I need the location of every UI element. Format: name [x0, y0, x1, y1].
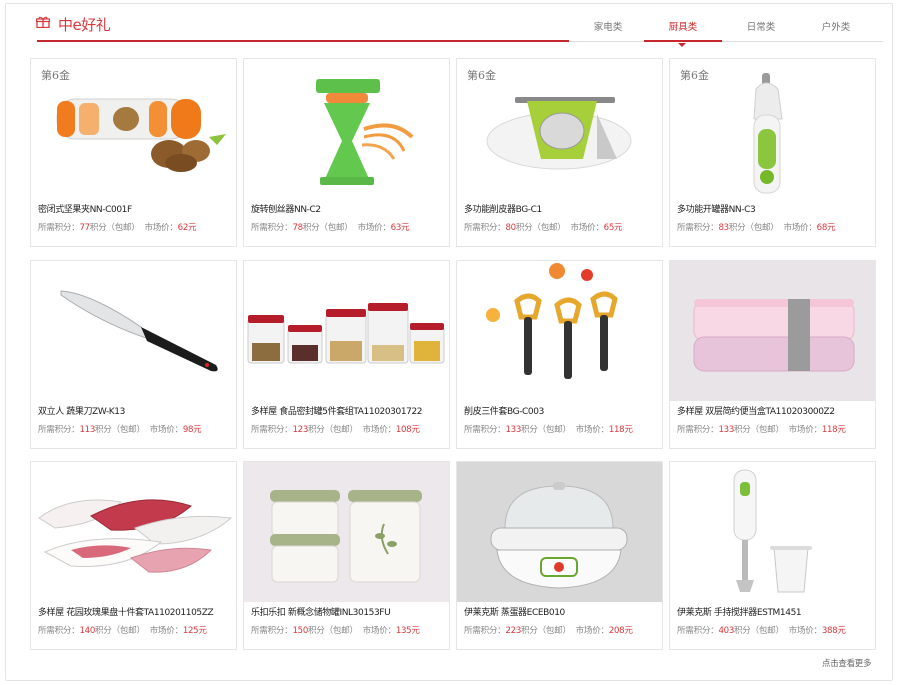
- product-card[interactable]: 多样屋 双层简约便当盒TA110203000Z2 所需积分：133积分（包邮） …: [669, 260, 876, 449]
- product-card[interactable]: 第6金 多功能削皮器BG-C1 所需积分：80积分（包邮） 市场价：65元: [456, 58, 663, 247]
- tab-label: 家电类: [593, 22, 623, 33]
- tab-outdoor[interactable]: 户外类: [797, 22, 875, 41]
- product-meta: 所需积分：403积分（包邮） 市场价：388元: [677, 626, 846, 636]
- product-meta: 所需积分：133积分（包邮） 市场价：118元: [464, 425, 633, 435]
- product-card[interactable]: 多样屋 花园玫瑰果盘十件套TA110201105ZZ 所需积分：140积分（包邮…: [30, 461, 237, 650]
- product-name: 削皮三件套BG-C003: [464, 407, 544, 417]
- product-name: 多样屋 花园玫瑰果盘十件套TA110201105ZZ: [38, 608, 214, 618]
- product-card[interactable]: 第6金 密闭式坚果夹NN-C001F 所需积分：77积分（包邮） 市场价：62元: [30, 58, 237, 247]
- product-name: 多样屋 食品密封罐5件套组TA11020301722: [251, 407, 423, 417]
- product-name: 乐扣乐扣 新概念储物罐INL30153FU: [251, 608, 391, 618]
- panel-header: 中e好礼 家电类 厨具类 日常类 户外类: [32, 12, 883, 47]
- tab-appliances[interactable]: 家电类: [569, 22, 647, 41]
- active-tab-caret-icon: [678, 43, 686, 47]
- product-card[interactable]: 削皮三件套BG-C003 所需积分：133积分（包邮） 市场价：118元: [456, 260, 663, 449]
- product-name: 伊莱克斯 蒸蛋器ECEB010: [464, 608, 565, 618]
- product-image: [670, 462, 875, 602]
- svg-text:第6金: 第6金: [680, 68, 709, 82]
- product-card[interactable]: 多样屋 食品密封罐5件套组TA11020301722 所需积分：123积分（包邮…: [243, 260, 450, 449]
- product-image: [457, 462, 662, 602]
- product-image: [244, 462, 449, 602]
- product-meta: 所需积分：83积分（包邮） 市场价：68元: [677, 223, 836, 233]
- product-meta: 所需积分：133积分（包邮） 市场价：118元: [677, 425, 846, 435]
- product-card[interactable]: 伊莱克斯 蒸蛋器ECEB010 所需积分：223积分（包邮） 市场价：208元: [456, 461, 663, 650]
- gift-icon: [36, 16, 50, 28]
- product-image: [244, 59, 449, 199]
- product-meta: 所需积分：78积分（包邮） 市场价：63元: [251, 223, 410, 233]
- tabs-divider: [569, 41, 883, 42]
- product-name: 密闭式坚果夹NN-C001F: [38, 205, 132, 215]
- tab-label: 户外类: [821, 22, 851, 33]
- product-meta: 所需积分：140积分（包邮） 市场价：125元: [38, 626, 207, 636]
- product-meta: 所需积分：80积分（包邮） 市场价：65元: [464, 223, 623, 233]
- product-image: 第6金: [457, 59, 662, 199]
- view-more-link[interactable]: 点击查看更多: [822, 657, 872, 669]
- product-meta: 所需积分：123积分（包邮） 市场价：108元: [251, 425, 420, 435]
- product-name: 多功能开罐器NN-C3: [677, 205, 756, 215]
- tab-daily[interactable]: 日常类: [722, 22, 800, 41]
- product-name: 旋转刨丝器NN-C2: [251, 205, 321, 215]
- product-name: 多功能削皮器BG-C1: [464, 205, 542, 215]
- product-image: [670, 261, 875, 401]
- product-name: 伊莱克斯 手持搅拌器ESTM1451: [677, 608, 802, 618]
- product-meta: 所需积分：150积分（包邮） 市场价：135元: [251, 626, 420, 636]
- panel-title: 中e好礼: [58, 16, 111, 34]
- product-card[interactable]: 第6金 多功能开罐器NN-C3 所需积分：83积分（包邮） 市场价：68元: [669, 58, 876, 247]
- product-card[interactable]: 双立人 蔬果刀ZW-K13 所需积分：113积分（包邮） 市场价：98元: [30, 260, 237, 449]
- product-meta: 所需积分：77积分（包邮） 市场价：62元: [38, 223, 197, 233]
- product-image: [244, 261, 449, 401]
- product-name: 双立人 蔬果刀ZW-K13: [38, 407, 125, 417]
- tab-label: 厨具类: [668, 22, 698, 33]
- product-image: 第6金: [31, 59, 236, 199]
- product-image: [457, 261, 662, 401]
- tab-label: 日常类: [746, 22, 776, 33]
- product-meta: 所需积分：223积分（包邮） 市场价：208元: [464, 626, 633, 636]
- product-card[interactable]: 乐扣乐扣 新概念储物罐INL30153FU 所需积分：150积分（包邮） 市场价…: [243, 461, 450, 650]
- brand-watermark: 第6金: [41, 68, 70, 82]
- product-image: 第6金: [670, 59, 875, 199]
- title-underline: [37, 40, 569, 42]
- tab-kitchenware[interactable]: 厨具类: [644, 22, 722, 47]
- product-image: [31, 462, 236, 602]
- svg-text:第6金: 第6金: [467, 68, 496, 82]
- product-card[interactable]: 旋转刨丝器NN-C2 所需积分：78积分（包邮） 市场价：63元: [243, 58, 450, 247]
- product-name: 多样屋 双层简约便当盒TA110203000Z2: [677, 407, 835, 417]
- product-meta: 所需积分：113积分（包邮） 市场价：98元: [38, 425, 202, 435]
- product-image: [31, 261, 236, 401]
- product-card[interactable]: 伊莱克斯 手持搅拌器ESTM1451 所需积分：403积分（包邮） 市场价：38…: [669, 461, 876, 650]
